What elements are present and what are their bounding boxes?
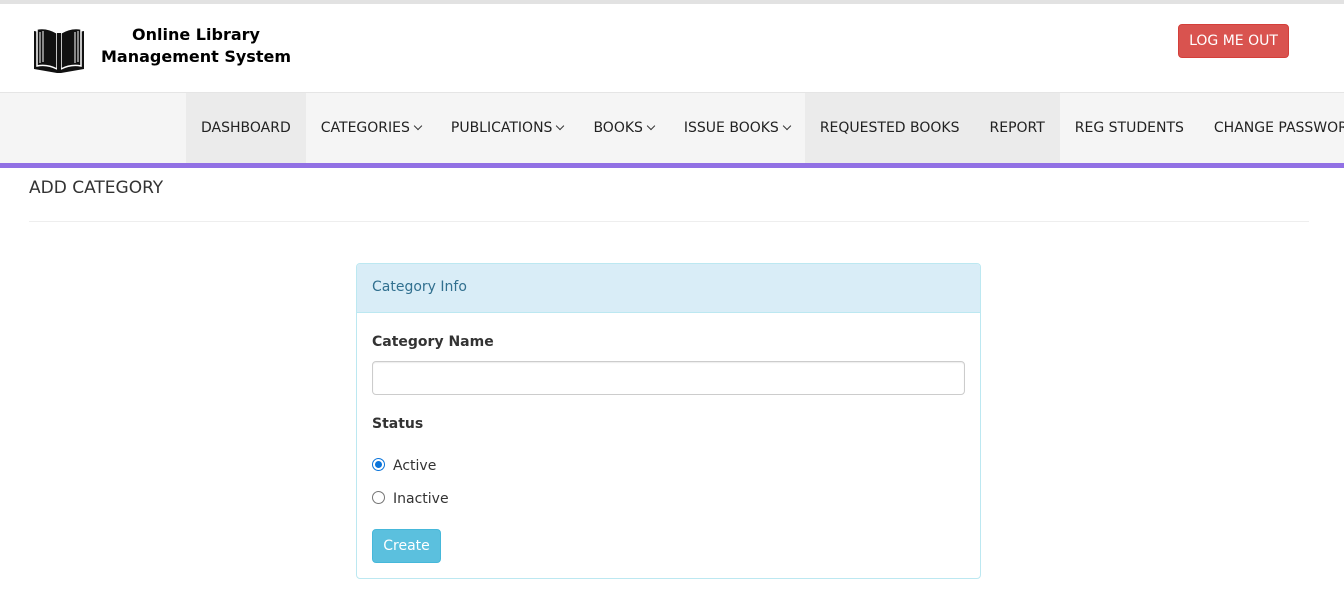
- nav-item-change-password[interactable]: CHANGE PASSWORD: [1199, 93, 1344, 163]
- chevron-down-icon: [413, 121, 423, 131]
- nav-item-label: REG STUDENTS: [1074, 120, 1184, 136]
- navbar-accent-line: [0, 163, 1344, 168]
- nav-item-label: BOOKS: [593, 120, 643, 136]
- category-info-panel: Category Info Category Name Status Activ…: [356, 263, 981, 579]
- radio-active[interactable]: [372, 457, 385, 471]
- status-option-inactive-label: Inactive: [393, 491, 449, 507]
- status-label: Status: [372, 416, 424, 432]
- open-book-icon: [34, 27, 84, 73]
- logout-button[interactable]: LOG ME OUT: [1178, 24, 1289, 58]
- category-name-input[interactable]: [372, 361, 965, 395]
- chevron-down-icon: [646, 121, 656, 131]
- main-navbar: DASHBOARD CATEGORIES PUBLICATIONS BOOKS ISSU…: [0, 92, 1344, 163]
- nav-item-dashboard[interactable]: DASHBOARD: [186, 93, 306, 163]
- nav-item-publications[interactable]: PUBLICATIONS: [436, 93, 579, 163]
- nav-item-label: PUBLICATIONS: [450, 120, 553, 136]
- status-option-inactive[interactable]: Inactive: [372, 490, 449, 507]
- page-title: ADD CATEGORY: [29, 178, 164, 198]
- brand-title: Online Library Management System: [96, 24, 296, 68]
- nav-item-issue-books[interactable]: ISSUE BOOKS: [669, 93, 805, 163]
- nav-item-reg-students[interactable]: REG STUDENTS: [1060, 93, 1199, 163]
- nav-item-label: CHANGE PASSWORD: [1213, 120, 1344, 136]
- chevron-down-icon: [782, 121, 792, 131]
- nav-item-categories[interactable]: CATEGORIES: [306, 93, 436, 163]
- nav-item-label: CATEGORIES: [320, 120, 410, 136]
- status-option-active[interactable]: Active: [372, 457, 437, 474]
- category-name-label: Category Name: [372, 334, 494, 350]
- nav-menu: DASHBOARD CATEGORIES PUBLICATIONS BOOKS ISSU…: [186, 93, 1344, 163]
- chevron-down-icon: [556, 121, 565, 131]
- nav-item-label: DASHBOARD: [201, 120, 291, 136]
- panel-heading: Category Info: [357, 264, 980, 313]
- nav-item-label: ISSUE BOOKS: [683, 120, 779, 136]
- create-button[interactable]: Create: [372, 529, 441, 563]
- nav-item-label: REQUESTED BOOKS: [819, 120, 960, 136]
- nav-item-report[interactable]: REPORT: [974, 93, 1060, 163]
- brand-line-2: Management System: [101, 47, 291, 66]
- nav-item-requested-books[interactable]: REQUESTED BOOKS: [804, 93, 975, 163]
- site-header: Online Library Management System LOG ME …: [0, 4, 1344, 92]
- radio-inactive[interactable]: [372, 490, 385, 504]
- nav-item-books[interactable]: BOOKS: [578, 93, 668, 163]
- status-option-active-label: Active: [393, 458, 437, 474]
- brand-line-1: Online Library: [132, 25, 260, 44]
- title-divider: [29, 221, 1309, 222]
- nav-item-label: REPORT: [989, 120, 1045, 136]
